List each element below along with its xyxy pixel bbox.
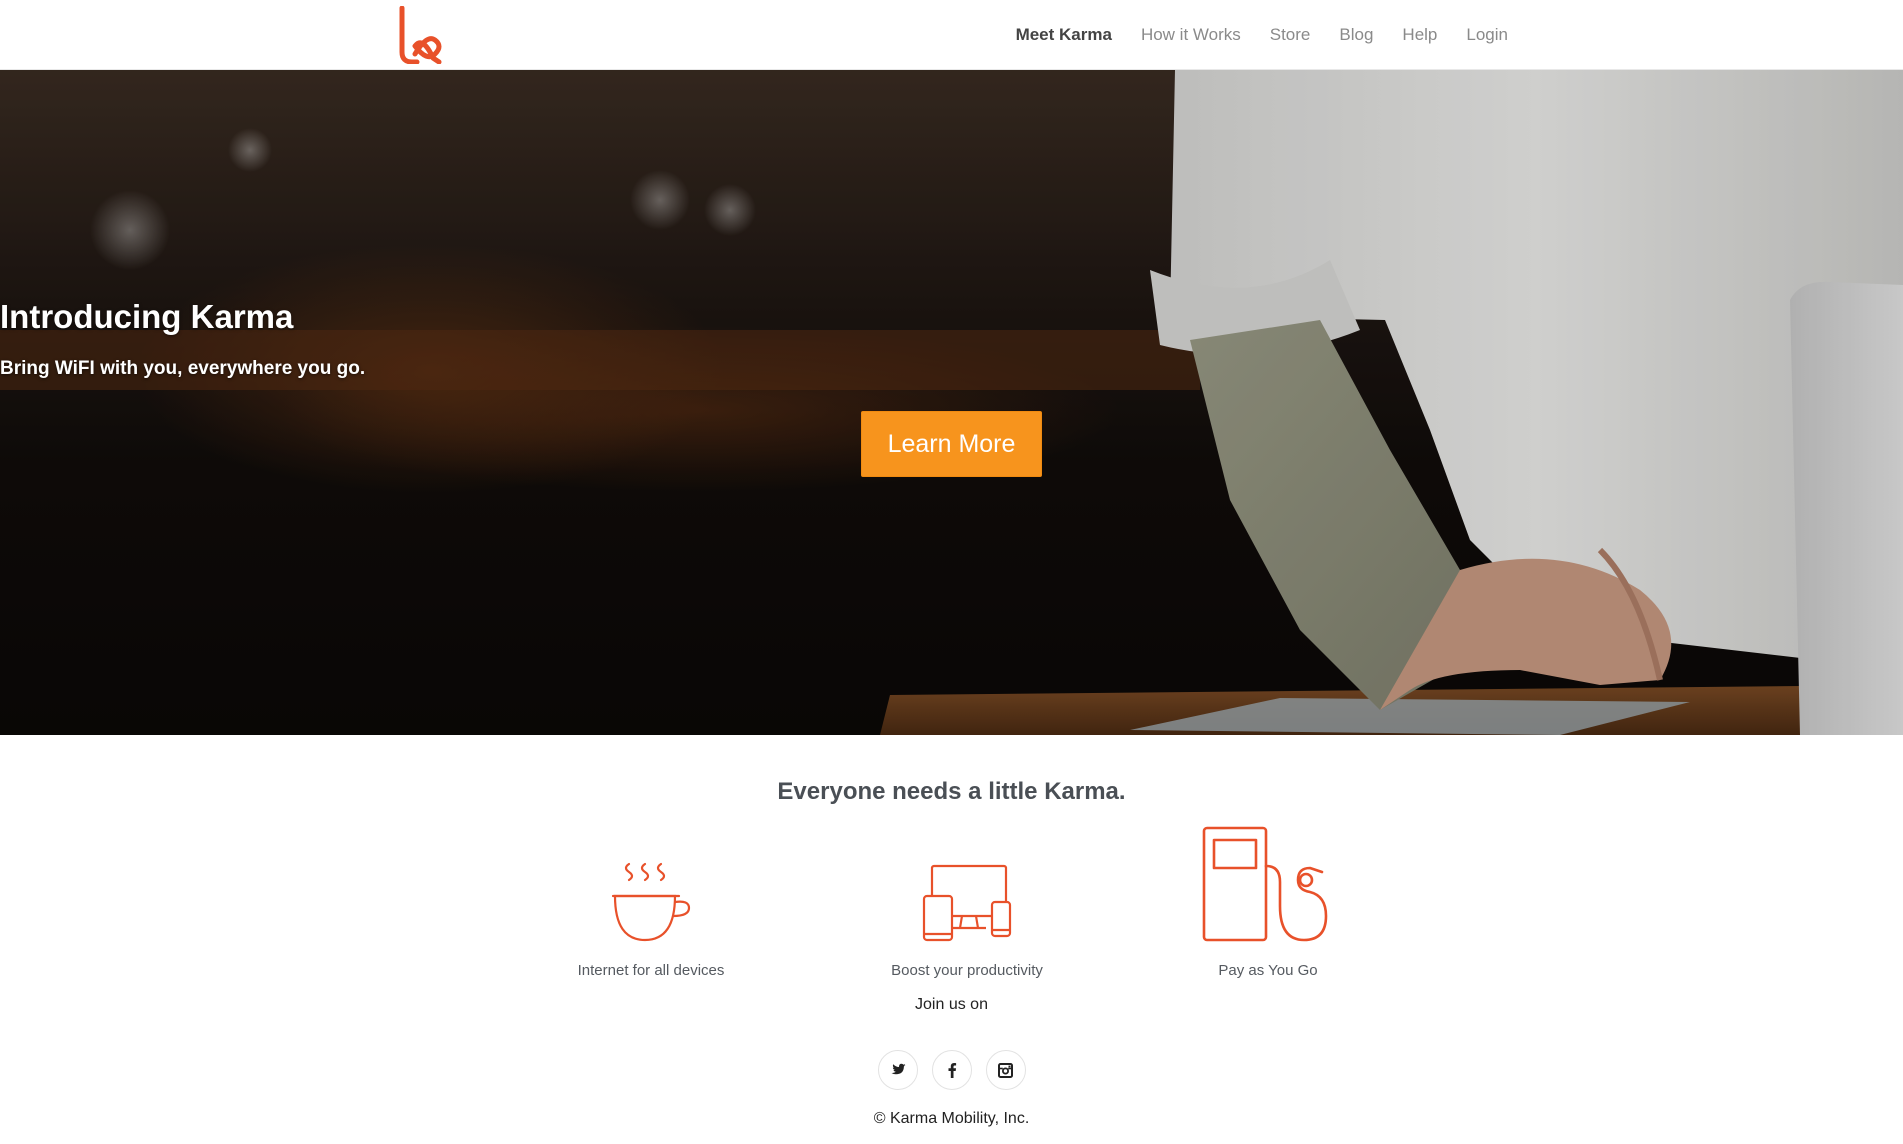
twitter-link[interactable] bbox=[877, 1050, 918, 1090]
nav-item-how-it-works[interactable]: How it Works bbox=[1141, 25, 1241, 45]
nav-item-help[interactable]: Help bbox=[1402, 25, 1437, 45]
social-links bbox=[0, 1050, 1903, 1090]
learn-more-button[interactable]: Learn More bbox=[861, 411, 1042, 477]
instagram-link[interactable] bbox=[985, 1050, 1026, 1090]
nav-item-store[interactable]: Store bbox=[1270, 25, 1311, 45]
features-tagline: Everyone needs a little Karma. bbox=[777, 778, 1126, 805]
feature-label: Boost your productivity bbox=[891, 962, 1043, 979]
nav-menu: Meet Karma How it Works Store Blog Help … bbox=[1016, 0, 1508, 70]
feature-boost-your-productivity: Boost your productivity bbox=[837, 864, 1097, 979]
fuel-pump-icon bbox=[1202, 826, 1328, 942]
facebook-icon bbox=[948, 1063, 956, 1078]
facebook-link[interactable] bbox=[931, 1050, 972, 1090]
join-us-label: Join us on bbox=[915, 996, 988, 1013]
twitter-icon bbox=[891, 1063, 905, 1075]
feature-label: Pay as You Go bbox=[1218, 962, 1318, 979]
feature-internet-for-all-devices: Internet for all devices bbox=[521, 860, 781, 979]
devices-icon bbox=[922, 864, 1012, 942]
top-navbar: Meet Karma How it Works Store Blog Help … bbox=[0, 0, 1903, 70]
nav-item-login[interactable]: Login bbox=[1466, 25, 1508, 45]
instagram-icon bbox=[998, 1062, 1013, 1078]
nav-item-blog[interactable]: Blog bbox=[1339, 25, 1373, 45]
karma-logo[interactable] bbox=[393, 6, 445, 64]
nav-item-meet-karma[interactable]: Meet Karma bbox=[1016, 25, 1112, 45]
hero-background-image bbox=[0, 70, 1903, 735]
feature-pay-as-you-go: Pay as You Go bbox=[1138, 826, 1398, 979]
hero-subtitle: Bring WiFI with you, everywhere you go. bbox=[0, 358, 366, 379]
coffee-cup-icon bbox=[611, 862, 691, 942]
hero-banner: Introducing Karma Bring WiFI with you, e… bbox=[0, 70, 1903, 735]
hero-title: Introducing Karma bbox=[0, 298, 294, 335]
feature-label: Internet for all devices bbox=[577, 962, 725, 979]
copyright-text: © Karma Mobility, Inc. bbox=[873, 1110, 1030, 1127]
